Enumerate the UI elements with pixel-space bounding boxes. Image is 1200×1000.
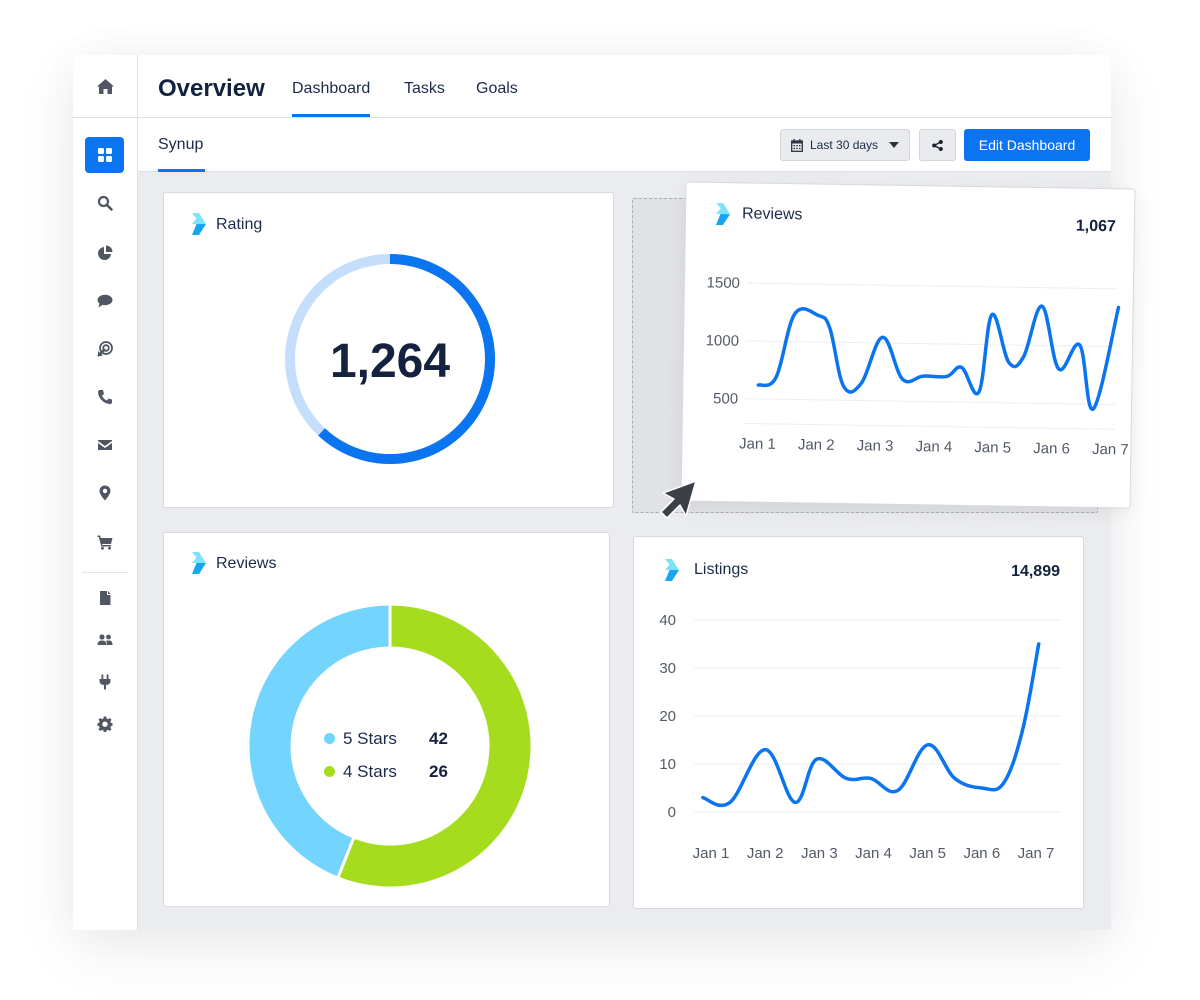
top-bar: Overview Dashboard Tasks Goals <box>138 55 1111 118</box>
calendar-icon <box>791 138 803 152</box>
listings-line-chart: 0 10 20 30 40 Jan 1 Jan 2 Jan 3 Jan 4 Jan 5 Jan 6 J… <box>659 612 1061 862</box>
caret-down-icon <box>889 142 900 148</box>
reviews-donut-card: Reviews 5 Stars 42 4 Stars 26 <box>163 532 610 907</box>
sub-bar: Synup Last 30 days Edit Dashboard <box>138 118 1111 172</box>
x-tick-label: Jan 5 <box>974 439 1011 457</box>
sidebar-divider <box>82 572 129 573</box>
x-tick-label: Jan 4 <box>855 845 892 862</box>
series-line-reviews <box>756 304 1121 411</box>
y-tick-label: 20 <box>659 708 676 725</box>
tab-dashboard[interactable]: Dashboard <box>292 80 371 117</box>
x-tick-label: Jan 2 <box>747 845 784 862</box>
legend-item-5-stars: 5 Stars 42 <box>324 722 454 755</box>
home-icon <box>96 78 114 94</box>
sidebar-item-integrations[interactable] <box>85 664 124 700</box>
tab-synup[interactable]: Synup <box>158 136 206 172</box>
grid-line <box>746 282 1117 290</box>
grid-line <box>745 398 1116 406</box>
page-title: Overview <box>158 75 265 102</box>
sidebar-item-calls[interactable] <box>85 379 124 415</box>
x-tick-label: Jan 1 <box>739 435 776 453</box>
legend-dot <box>324 766 335 777</box>
y-tick-label: 1500 <box>706 274 740 292</box>
x-tick-label: Jan 7 <box>1092 441 1129 459</box>
legend-dot <box>324 733 335 744</box>
sidebar-item-email[interactable] <box>85 427 124 463</box>
reviews-line-chart: 500 1000 1500 Jan 1 Jan 2 Jan 3 Jan 4 Jan 5 Jan … <box>706 274 1129 459</box>
listings-card: Listings 14,899 0 10 20 30 40 Jan 1 Jan 2 Jan 3… <box>633 536 1084 909</box>
grid-line <box>746 340 1117 348</box>
users-icon <box>97 634 112 645</box>
grid-line <box>744 422 1115 430</box>
legend-value: 26 <box>429 761 448 781</box>
y-tick-label: 10 <box>659 756 676 773</box>
map-pin-icon <box>99 485 110 501</box>
sidebar-item-locations[interactable] <box>85 475 124 511</box>
pie-chart-icon <box>97 245 112 260</box>
sidebar-item-search[interactable] <box>85 185 124 221</box>
sidebar-item-settings[interactable] <box>85 706 124 742</box>
x-tick-label: Jan 6 <box>963 845 1000 862</box>
search-icon <box>97 195 113 211</box>
file-icon <box>99 591 110 605</box>
legend-label: 4 Stars <box>343 761 397 781</box>
mouse-pointer-icon <box>660 480 697 519</box>
sidebar <box>73 55 138 930</box>
date-range-label: Last 30 days <box>810 138 879 152</box>
x-tick-label: Jan 6 <box>1033 440 1070 458</box>
shopping-cart-icon <box>97 535 112 550</box>
reviews-line-card[interactable]: Reviews 1,067 500 1000 1500 Jan 1 Jan 2 Jan 3… <box>680 181 1136 509</box>
sidebar-item-ecommerce[interactable] <box>85 524 124 560</box>
legend-label: 5 Stars <box>343 728 397 748</box>
sidebar-item-home[interactable] <box>73 55 137 118</box>
x-tick-label: Jan 3 <box>857 437 894 455</box>
donut-legend: 5 Stars 42 4 Stars 26 <box>324 722 454 788</box>
plug-icon <box>99 674 110 690</box>
target-icon <box>96 341 113 357</box>
share-icon <box>932 139 943 151</box>
date-range-dropdown[interactable]: Last 30 days <box>780 129 910 161</box>
gear-icon <box>97 716 112 732</box>
x-tick-label: Jan 1 <box>693 845 730 862</box>
edit-dashboard-button[interactable]: Edit Dashboard <box>964 129 1090 161</box>
x-tick-label: Jan 7 <box>1018 845 1055 862</box>
legend-item-4-stars: 4 Stars 26 <box>324 755 454 788</box>
sidebar-item-reviews[interactable] <box>85 283 124 319</box>
sidebar-item-campaigns[interactable] <box>85 331 124 367</box>
rating-value: 1,264 <box>330 335 450 388</box>
sidebar-item-files[interactable] <box>85 580 124 616</box>
y-tick-label: 40 <box>659 612 676 629</box>
rating-gauge: 1,264 <box>285 254 495 464</box>
sidebar-item-users[interactable] <box>85 622 124 658</box>
tab-goals[interactable]: Goals <box>476 80 518 98</box>
dashboard-grid-icon <box>97 148 112 162</box>
x-tick-label: Jan 5 <box>909 845 946 862</box>
reviews-donut-chart <box>246 602 534 890</box>
phone-icon <box>97 390 112 404</box>
envelope-icon <box>97 440 112 450</box>
x-tick-label: Jan 3 <box>801 845 838 862</box>
sidebar-item-reports[interactable] <box>85 235 124 271</box>
y-tick-label: 500 <box>713 390 738 407</box>
chat-bubble-icon <box>97 294 112 308</box>
y-tick-label: 1000 <box>706 332 740 350</box>
rating-card: Rating 1,264 <box>163 192 614 508</box>
legend-value: 42 <box>429 728 448 748</box>
tab-tasks[interactable]: Tasks <box>404 80 445 98</box>
sidebar-item-dashboards[interactable] <box>85 137 124 173</box>
x-tick-label: Jan 4 <box>915 438 952 456</box>
y-tick-label: 0 <box>668 804 676 821</box>
x-tick-label: Jan 2 <box>798 436 835 454</box>
share-button[interactable] <box>919 129 956 161</box>
y-tick-label: 30 <box>659 660 676 677</box>
